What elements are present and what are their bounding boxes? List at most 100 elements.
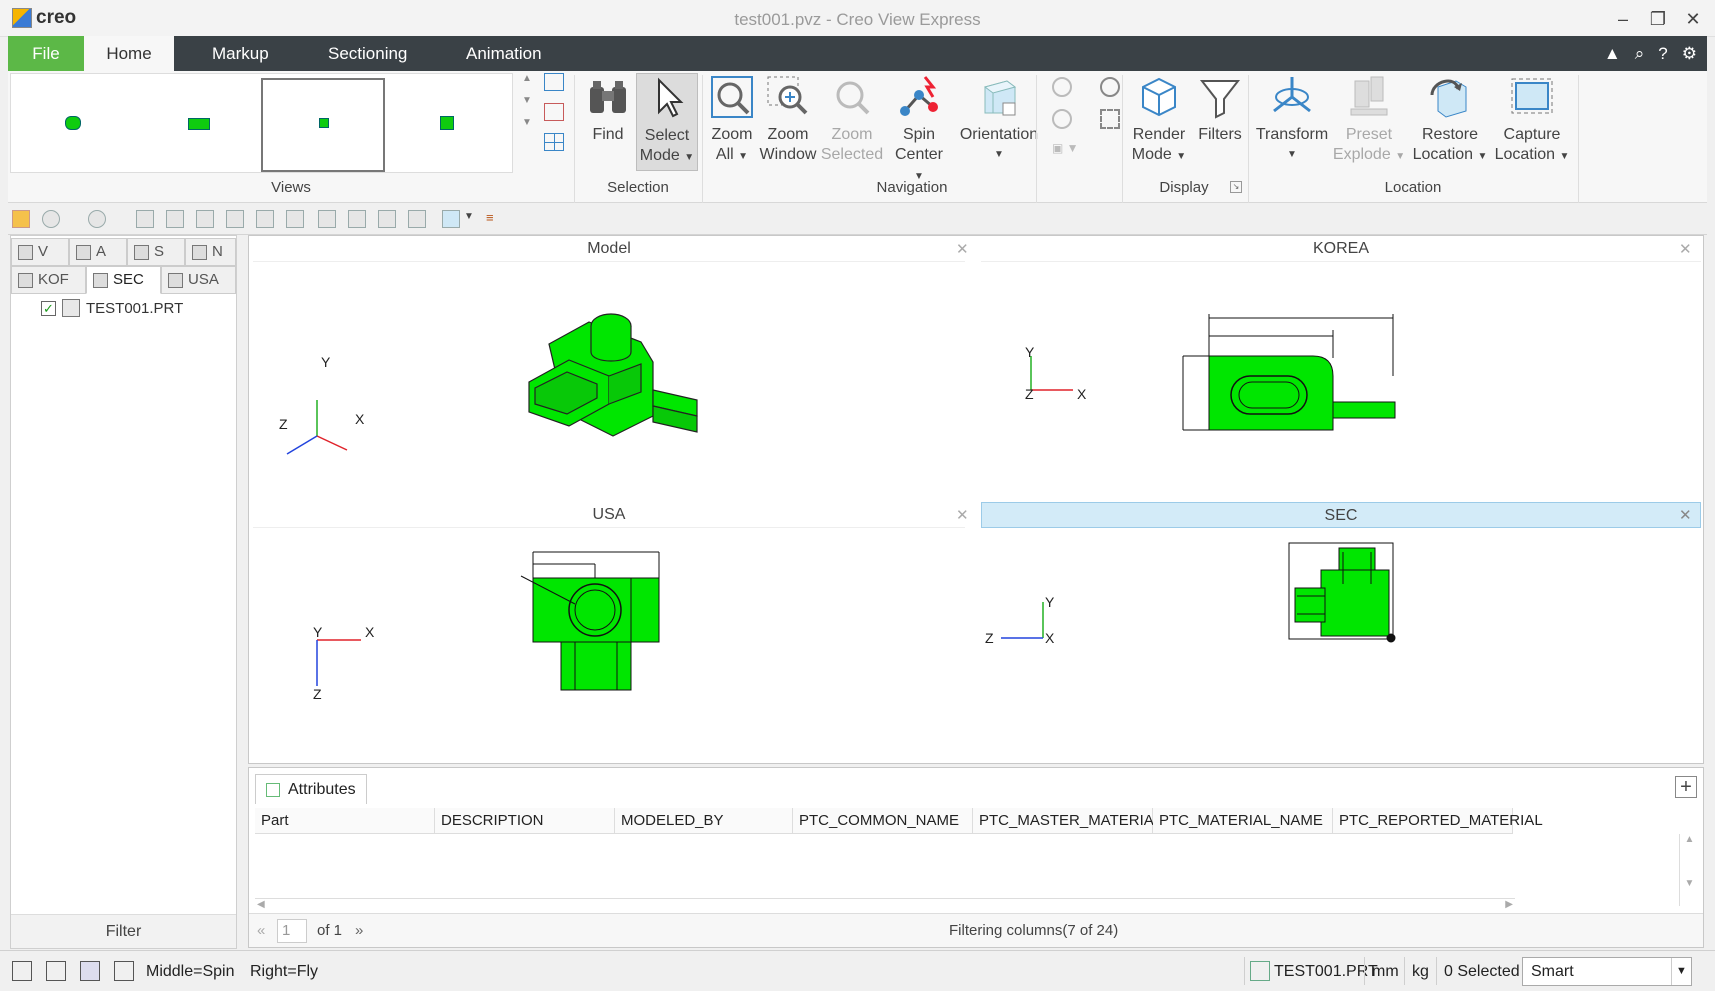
add-panel-button[interactable]: + [1675, 776, 1697, 798]
panel-tab-korea[interactable]: KOF [11, 266, 86, 294]
zoom-all-button[interactable]: Zoom All ▼ [704, 73, 760, 167]
page-number-input[interactable]: 1 [277, 919, 307, 943]
view-thumbnail-model[interactable] [11, 78, 135, 172]
panel-tab-sec[interactable]: SEC [86, 266, 161, 294]
mass-unit[interactable]: kg [1412, 951, 1429, 991]
attributes-hscrollbar[interactable]: ◀ ▶ [255, 898, 1515, 912]
column-header-part[interactable]: Part [255, 808, 435, 834]
visibility-checkbox[interactable]: ✓ [41, 300, 56, 316]
tab-home[interactable]: Home [84, 36, 174, 71]
tree-level-icon[interactable] [378, 210, 396, 228]
tab-markup[interactable]: Markup [192, 36, 289, 71]
pan-icon[interactable] [1052, 77, 1072, 97]
maximize-button[interactable]: ❐ [1641, 6, 1675, 32]
view-options-dropdown[interactable]: ▣ ▼ [1052, 141, 1086, 157]
part-info-icon[interactable] [136, 210, 154, 228]
collapse-ribbon-icon[interactable]: ▲ [1604, 44, 1621, 64]
zoom-selected-button[interactable]: Zoom Selected [820, 73, 884, 165]
wireframe-icon[interactable] [256, 210, 274, 228]
tree-filter-icon[interactable] [408, 210, 426, 228]
spin-center-button[interactable]: Spin Center ▼ [888, 73, 950, 187]
hidden-line-icon[interactable] [286, 210, 304, 228]
viewport-title-sec[interactable]: SEC [981, 502, 1701, 528]
grid-view-icon[interactable] [544, 133, 564, 151]
close-button[interactable]: ✕ [1676, 6, 1710, 32]
tree-expand-icon[interactable] [318, 210, 336, 228]
length-unit[interactable]: mm [1372, 951, 1399, 991]
select-mode-button[interactable]: Select Mode ▼ [636, 73, 698, 171]
minimize-button[interactable]: – [1606, 6, 1640, 32]
orientation-button[interactable]: Orientation ▼ [952, 73, 1046, 165]
sec-view[interactable] [977, 530, 1701, 764]
render-mode-button[interactable]: Render Mode ▼ [1128, 73, 1190, 167]
preset-explode-button[interactable]: Preset Explode ▼ [1332, 73, 1406, 167]
add-view-icon[interactable] [544, 103, 564, 121]
column-header-modeled-by[interactable]: MODELED_BY [615, 808, 793, 834]
column-header-ptc-reported-material[interactable]: PTC_REPORTED_MATERIAL [1333, 808, 1543, 834]
find-button[interactable]: Find [580, 73, 636, 145]
panel-tab-annotations[interactable]: A [69, 238, 127, 266]
column-header-ptc-common-name[interactable]: PTC_COMMON_NAME [793, 808, 973, 834]
shaded-icon[interactable] [226, 210, 244, 228]
close-viewport-usa-icon[interactable]: ✕ [956, 506, 969, 524]
snapshot-dropdown-icon[interactable]: ▼ [464, 211, 474, 222]
korea-view[interactable] [977, 264, 1701, 500]
viewport-title-usa[interactable]: USA [253, 502, 965, 528]
column-header-ptc-master-material[interactable]: PTC_MASTER_MATERIAL [973, 808, 1162, 834]
properties-icon[interactable] [166, 210, 184, 228]
single-view-icon[interactable] [544, 73, 564, 91]
snapshot-icon[interactable] [442, 210, 460, 228]
tab-animation[interactable]: Animation [446, 36, 562, 71]
model-3d-view[interactable] [249, 264, 969, 500]
view-thumbnail-korea[interactable] [136, 78, 260, 172]
usa-view[interactable] [249, 530, 969, 764]
help-icon[interactable]: ? [1658, 44, 1667, 64]
tab-file[interactable]: File [8, 36, 84, 71]
first-page-icon[interactable]: « [257, 922, 265, 939]
view-thumbnail-usa[interactable] [261, 78, 385, 172]
pick-mode-select[interactable]: Smart ▼ [1522, 957, 1692, 986]
capture-location-button[interactable]: Capture Location ▼ [1492, 73, 1572, 167]
tree-collapse-icon[interactable] [348, 210, 366, 228]
column-header-ptc-material-name[interactable]: PTC_MATERIAL_NAME [1153, 808, 1333, 834]
panel-tab-views[interactable]: V [11, 238, 69, 266]
open-file-icon[interactable] [12, 210, 30, 228]
fly-icon[interactable] [1100, 77, 1120, 97]
close-viewport-model-icon[interactable]: ✕ [956, 240, 969, 258]
views-scrollbar[interactable]: ▲ ▼ ▼ [518, 73, 536, 173]
transform-button[interactable]: Transform ▼ [1254, 73, 1330, 165]
undo-icon[interactable] [42, 210, 60, 228]
viewport-title-korea[interactable]: KOREA [981, 236, 1701, 262]
settings-icon[interactable]: ⚙ [1682, 44, 1697, 64]
search-icon[interactable]: ⌕ [1635, 44, 1645, 64]
zoom-window-button[interactable]: Zoom Window [758, 73, 818, 165]
column-header-description[interactable]: DESCRIPTION [435, 808, 615, 834]
filter-button[interactable]: Filter [11, 914, 236, 948]
attributes-vscrollbar[interactable]: ▲ ▼ [1679, 834, 1699, 906]
panel-tab-model[interactable]: N [185, 238, 236, 266]
panel-tab-usa[interactable]: USA [161, 266, 236, 294]
tab-sectioning[interactable]: Sectioning [308, 36, 427, 71]
chevron-down-icon[interactable]: ▼ [1671, 958, 1691, 985]
view-thumbnail-sec[interactable] [386, 78, 510, 172]
panel-tab-structure[interactable]: S [127, 238, 185, 266]
redo-icon[interactable] [88, 210, 106, 228]
box-select-icon[interactable] [1100, 109, 1120, 129]
filters-button[interactable]: Filters [1194, 73, 1246, 145]
close-viewport-sec-icon[interactable]: ✕ [1679, 506, 1692, 524]
print-icon[interactable] [196, 210, 214, 228]
display-launcher-icon[interactable]: ↘ [1230, 181, 1242, 193]
viewport-title-model[interactable]: Model [253, 236, 965, 262]
layout-quad-icon[interactable] [80, 961, 100, 981]
layout-full-icon[interactable] [114, 961, 134, 981]
layout-split-icon[interactable] [46, 961, 66, 981]
last-page-icon[interactable]: » [355, 922, 363, 939]
restore-location-button[interactable]: Restore Location ▼ [1412, 73, 1488, 167]
tree-item-part[interactable]: ✓ TEST001.PRT [41, 298, 183, 318]
layout-single-icon[interactable] [12, 961, 32, 981]
viewport-area[interactable]: Model ✕ KOREA ✕ USA ✕ SEC ✕ Y Z X Y Z X … [248, 235, 1704, 764]
customize-toolbar-icon[interactable]: ≡ [486, 210, 494, 225]
zoom-in-icon[interactable] [1052, 109, 1072, 129]
close-viewport-korea-icon[interactable]: ✕ [1679, 240, 1692, 258]
attributes-tab[interactable]: Attributes [255, 774, 367, 804]
